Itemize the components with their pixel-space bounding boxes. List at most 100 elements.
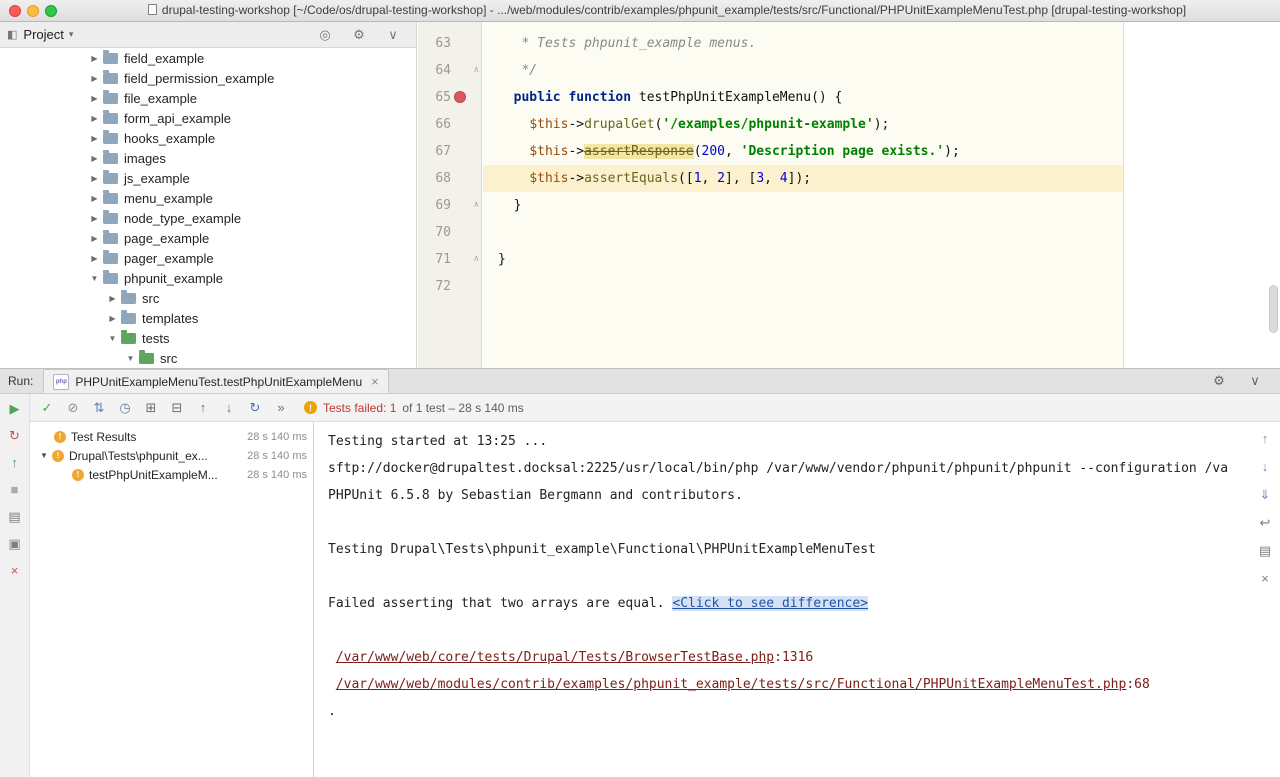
chevron-expanded-icon[interactable]: ▼	[124, 354, 137, 363]
project-tree-item[interactable]: ▶node_type_example	[0, 208, 416, 228]
test-history-icon[interactable]: ↻	[246, 399, 264, 417]
console-link[interactable]: /var/www/web/modules/contrib/examples/ph…	[336, 677, 1127, 692]
expand-all-icon[interactable]: ⊞	[142, 399, 160, 417]
project-tree-item[interactable]: ▶images	[0, 148, 416, 168]
next-failed-test-icon[interactable]: ↓	[220, 399, 238, 417]
code-line[interactable]: $this->assertEquals([1, 2], [3, 4]);	[483, 165, 1280, 192]
editor-code-area[interactable]: * Tests phpunit_example menus. */ public…	[483, 22, 1280, 368]
rerun-button[interactable]: ▶	[6, 399, 24, 418]
failed-test-run-icon[interactable]	[454, 91, 466, 103]
project-tree-item[interactable]: ▼phpunit_example	[0, 268, 416, 288]
auto-test-button[interactable]: ↑	[6, 453, 24, 472]
chevron-collapsed-icon[interactable]: ▶	[106, 294, 119, 303]
project-tree-item[interactable]: ▶hooks_example	[0, 128, 416, 148]
stop-button[interactable]: ■	[6, 480, 24, 499]
code-token: ], [	[725, 171, 756, 186]
project-tree-item[interactable]: ▶page_example	[0, 228, 416, 248]
run-tab[interactable]: php PHPUnitExampleMenuTest.testPhpUnitEx…	[43, 369, 388, 393]
window-close-button[interactable]	[9, 5, 21, 17]
more-options-icon[interactable]: »	[272, 399, 290, 417]
code-line[interactable]	[483, 219, 1280, 246]
code-line[interactable]: public function testPhpUnitExampleMenu()…	[483, 84, 1280, 111]
window-minimize-button[interactable]	[27, 5, 39, 17]
project-tree-item[interactable]: ▶src	[0, 288, 416, 308]
editor-scrollbar-thumb[interactable]	[1269, 285, 1278, 333]
close-tab-icon[interactable]: ×	[371, 374, 379, 389]
previous-failed-test-icon[interactable]: ↑	[194, 399, 212, 417]
line-number: 66	[418, 111, 451, 138]
soft-wrap-icon[interactable]: ↩	[1256, 514, 1274, 531]
project-tree-item[interactable]: ▶templates	[0, 308, 416, 328]
code-line[interactable]: $this->assertResponse(200, 'Description …	[483, 138, 1280, 165]
chevron-collapsed-icon[interactable]: ▶	[88, 234, 101, 243]
project-tree-item[interactable]: ▶js_example	[0, 168, 416, 188]
chevron-expanded-icon[interactable]: ▼	[106, 334, 119, 343]
down-stack-trace-icon[interactable]: ↓	[1256, 458, 1274, 475]
project-tree-item[interactable]: ▶pager_example	[0, 248, 416, 268]
fold-marker-icon[interactable]: ∧	[474, 192, 479, 219]
chevron-collapsed-icon[interactable]: ▶	[88, 254, 101, 263]
code-line[interactable]: }	[483, 246, 1280, 273]
code-line[interactable]: }	[483, 192, 1280, 219]
code-token	[498, 171, 529, 186]
tree-item-label: field_example	[124, 51, 204, 66]
clear-all-icon[interactable]: ×	[1256, 570, 1274, 587]
chevron-expanded-icon[interactable]: ▼	[36, 451, 52, 460]
project-tree-item[interactable]: ▼tests	[0, 328, 416, 348]
scroll-to-end-icon[interactable]: ⇓	[1256, 486, 1274, 503]
chevron-collapsed-icon[interactable]: ▶	[88, 54, 101, 63]
code-line[interactable]: $this->drupalGet('/examples/phpunit-exam…	[483, 111, 1280, 138]
project-tree-item[interactable]: ▶form_api_example	[0, 108, 416, 128]
project-tree-item[interactable]: ▶file_example	[0, 88, 416, 108]
console-link[interactable]: <Click to see difference>	[672, 596, 868, 611]
folder-icon	[103, 153, 118, 164]
show-passed-icon[interactable]: ✓	[38, 399, 56, 417]
console-text: Testing started at 13:25 ...	[328, 434, 547, 449]
fold-marker-icon[interactable]: ∧	[474, 246, 479, 273]
code-line[interactable]: * Tests phpunit_example menus.	[483, 30, 1280, 57]
project-tree-item[interactable]: ▶ field_example	[0, 48, 416, 68]
chevron-expanded-icon[interactable]: ▼	[88, 274, 101, 283]
console-link[interactable]: /var/www/web/core/tests/Drupal/Tests/Bro…	[336, 650, 774, 665]
test-tree-item[interactable]: ▼!Drupal\Tests\phpunit_ex...28 s 140 ms	[30, 446, 313, 465]
project-tree-item[interactable]: ▶field_permission_example	[0, 68, 416, 88]
show-ignored-icon[interactable]: ⊘	[64, 399, 82, 417]
hide-panel-icon[interactable]: ∨	[1246, 372, 1264, 390]
project-tree-item[interactable]: ▶menu_example	[0, 188, 416, 208]
test-tree-item[interactable]: !testPhpUnitExampleM...28 s 140 ms	[30, 465, 313, 484]
chevron-collapsed-icon[interactable]: ▶	[88, 74, 101, 83]
chevron-collapsed-icon[interactable]: ▶	[88, 214, 101, 223]
hide-panel-icon[interactable]: ∨	[384, 26, 402, 44]
collapse-all-icon[interactable]: ⊟	[168, 399, 186, 417]
chevron-collapsed-icon[interactable]: ▶	[88, 134, 101, 143]
chevron-collapsed-icon[interactable]: ▶	[88, 194, 101, 203]
code-line[interactable]	[483, 273, 1280, 300]
window-zoom-button[interactable]	[45, 5, 57, 17]
code-line[interactable]: */	[483, 57, 1280, 84]
chevron-collapsed-icon[interactable]: ▶	[88, 114, 101, 123]
up-stack-trace-icon[interactable]: ↑	[1256, 430, 1274, 447]
show-statistics-button[interactable]: ▤	[6, 507, 24, 526]
console[interactable]: Testing started at 13:25 ...sftp://docke…	[315, 422, 1280, 777]
chevron-collapsed-icon[interactable]: ▶	[88, 154, 101, 163]
restore-layout-button[interactable]: ▣	[6, 534, 24, 553]
rerun-failed-tests-button[interactable]: ↻	[6, 426, 24, 445]
chevron-collapsed-icon[interactable]: ▶	[88, 174, 101, 183]
print-icon[interactable]: ▤	[1256, 542, 1274, 559]
scroll-from-source-icon[interactable]: ◎	[316, 26, 334, 44]
close-button[interactable]: ×	[6, 561, 24, 580]
settings-icon[interactable]: ⚙	[350, 26, 368, 44]
sort-by-duration-icon[interactable]: ◷	[116, 399, 134, 417]
project-panel-title[interactable]: Project	[23, 27, 63, 42]
fold-marker-icon[interactable]: ∧	[474, 57, 479, 84]
project-tree-item[interactable]: ▼src	[0, 348, 416, 368]
sort-alphabetically-icon[interactable]: ⇅	[90, 399, 108, 417]
chevron-down-icon[interactable]: ▾	[69, 29, 74, 40]
test-tree-item[interactable]: !Test Results28 s 140 ms	[30, 427, 313, 446]
chevron-collapsed-icon[interactable]: ▶	[88, 94, 101, 103]
console-line: /var/www/web/core/tests/Drupal/Tests/Bro…	[328, 644, 1246, 671]
settings-icon[interactable]: ⚙	[1210, 372, 1228, 390]
chevron-collapsed-icon[interactable]: ▶	[106, 314, 119, 323]
console-line: Testing started at 13:25 ...	[328, 428, 1246, 455]
editor[interactable]: 6364∧6566676869∧7071∧72 * Tests phpunit_…	[418, 22, 1280, 368]
